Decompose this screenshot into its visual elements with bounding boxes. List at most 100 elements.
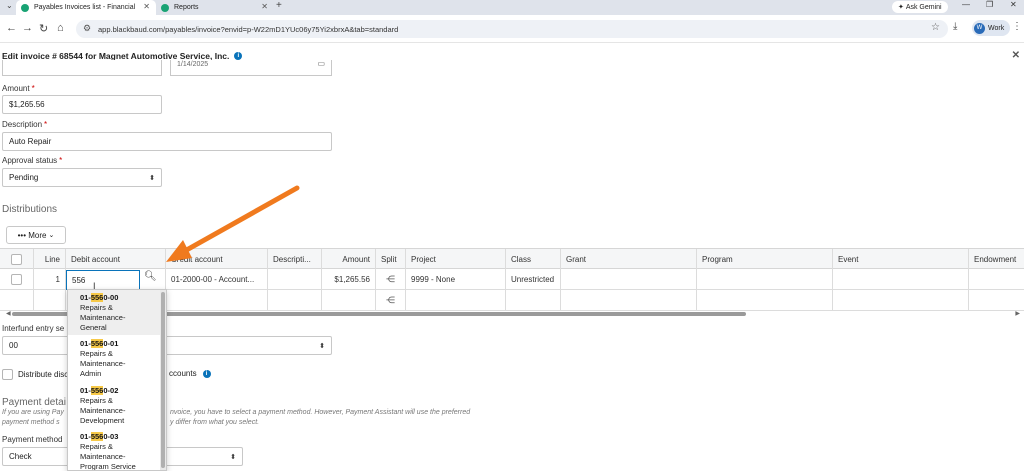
column-header-debit-account[interactable]: Debit account: [66, 249, 166, 269]
new-tab-icon[interactable]: +: [276, 0, 282, 11]
dropdown-scrollbar-thumb[interactable]: [161, 292, 165, 468]
profile-button[interactable]: W Work: [972, 20, 1011, 36]
distribute-discount-tail: ccounts i: [169, 369, 211, 378]
dropdown-option[interactable]: 01-5560-02 Repairs & Maintenance- Develo…: [68, 386, 160, 431]
approval-status-label: Approval status *: [2, 156, 63, 165]
endowment-cell[interactable]: [969, 290, 1024, 310]
calendar-icon[interactable]: ▭: [317, 59, 325, 69]
scroll-right-arrow-icon[interactable]: ▶: [1015, 310, 1020, 317]
row-checkbox-cell: [0, 269, 34, 289]
amount-cell[interactable]: $1,265.56: [322, 269, 376, 289]
distribute-discount-option: Distribute disc: [2, 369, 68, 380]
maximize-icon[interactable]: ❐: [986, 0, 993, 9]
column-header-credit-account[interactable]: Credit account: [166, 249, 268, 269]
amount-input[interactable]: $1,265.56: [2, 95, 162, 114]
close-panel-icon[interactable]: ✕: [1012, 50, 1020, 61]
invoice-date-field-fragment[interactable]: 1/14/2025 ▭: [170, 59, 332, 76]
minimize-icon[interactable]: —: [962, 0, 970, 9]
column-header-grant[interactable]: Grant: [561, 249, 697, 269]
select-all-checkbox-cell: [0, 249, 34, 269]
info-icon[interactable]: i: [234, 52, 243, 60]
class-cell[interactable]: Unrestricted: [506, 269, 561, 289]
project-cell[interactable]: 9999 - None: [406, 269, 506, 289]
dropdown-scrollbar[interactable]: [160, 290, 166, 470]
column-header-class[interactable]: Class: [506, 249, 561, 269]
column-header-description[interactable]: Descripti...: [268, 249, 322, 269]
description-label: Description *: [2, 120, 48, 129]
bookmark-star-icon[interactable]: ☆: [931, 22, 940, 33]
tab-search-chevron-icon[interactable]: ⌄: [6, 1, 13, 10]
description-cell[interactable]: [268, 290, 322, 310]
browser-tab-bar: ⌄ Payables Invoices list - Financial ✕ R…: [0, 0, 1024, 15]
description-cell[interactable]: [268, 269, 322, 289]
row-checkbox[interactable]: [11, 273, 22, 285]
split-icon[interactable]: ⋲: [386, 274, 395, 285]
column-header-event[interactable]: Event: [833, 249, 969, 269]
program-cell[interactable]: [697, 269, 833, 289]
grant-cell[interactable]: [561, 290, 697, 310]
column-header-amount[interactable]: Amount: [322, 249, 376, 269]
back-icon[interactable]: ←: [6, 22, 17, 34]
payment-method-label: Payment method: [2, 435, 63, 444]
amount-label: Amount *: [2, 84, 35, 93]
line-cell: [34, 290, 66, 310]
window-close-icon[interactable]: ✕: [1010, 0, 1017, 9]
close-tab-icon[interactable]: ✕: [261, 2, 268, 11]
select-caret-icon: ⬍: [230, 453, 236, 461]
distribute-discount-checkbox[interactable]: [2, 369, 13, 380]
download-icon[interactable]: ⤓: [953, 21, 957, 32]
payment-note-part: If you are using Pay: [2, 409, 64, 416]
scroll-left-arrow-icon[interactable]: ◀: [6, 310, 11, 317]
dropdown-option[interactable]: 01-5560-03 Repairs & Maintenance- Progra…: [68, 432, 160, 470]
more-button[interactable]: ••• More ⌄: [6, 226, 66, 244]
project-cell[interactable]: [406, 290, 506, 310]
blackbaud-favicon-icon: [161, 4, 169, 12]
split-cell: ⋲: [376, 290, 406, 310]
payment-note-part: payment method s: [2, 419, 60, 426]
interfund-entry-select[interactable]: 00 ⬍: [2, 336, 332, 355]
grid-header: Line Debit account Credit account Descri…: [0, 249, 1024, 269]
dropdown-option[interactable]: 01-5560-01 Repairs & Maintenance- Admin: [68, 339, 160, 384]
event-cell[interactable]: [833, 290, 969, 310]
tab-reports[interactable]: Reports ✕: [156, 0, 274, 15]
event-cell[interactable]: [833, 269, 969, 289]
account-search-dropdown: 01-5560-00 Repairs & Maintenance- Genera…: [67, 289, 167, 471]
dropdown-option[interactable]: 01-5560-00 Repairs & Maintenance- Genera…: [68, 290, 160, 335]
info-icon[interactable]: i: [202, 369, 211, 378]
interfund-entry-label: Interfund entry se: [2, 324, 65, 333]
browser-menu-icon[interactable]: ⋮: [1012, 21, 1022, 32]
line-cell: 1: [34, 269, 66, 289]
url-field[interactable]: ⚙ app.blackbaud.com/payables/invoice?env…: [76, 20, 948, 38]
close-tab-icon[interactable]: ✕: [143, 2, 150, 11]
column-header-endowment[interactable]: Endowment: [969, 249, 1024, 269]
search-icon[interactable]: 🔍︎: [144, 271, 157, 282]
chevron-down-icon: ⌄: [48, 232, 55, 239]
select-caret-icon: ⬍: [319, 342, 325, 350]
tab-payables[interactable]: Payables Invoices list - Financial ✕: [16, 0, 156, 15]
debit-account-input[interactable]: 556: [66, 270, 140, 290]
select-all-checkbox[interactable]: [11, 253, 22, 265]
class-cell[interactable]: [506, 290, 561, 310]
site-info-icon[interactable]: ⚙: [83, 23, 91, 34]
grant-cell[interactable]: [561, 269, 697, 289]
forward-icon[interactable]: →: [22, 22, 33, 34]
column-header-program[interactable]: Program: [697, 249, 833, 269]
column-header-split[interactable]: Split: [376, 249, 406, 269]
select-caret-icon: ⬍: [149, 174, 155, 182]
split-icon[interactable]: ⋲: [386, 295, 395, 306]
credit-account-cell[interactable]: [166, 290, 268, 310]
ask-gemini-button[interactable]: ✦ Ask Gemini: [892, 1, 948, 13]
account-code: 01-5560-01: [80, 339, 119, 348]
column-header-project[interactable]: Project: [406, 249, 506, 269]
home-icon[interactable]: ⌂: [57, 22, 64, 34]
endowment-cell[interactable]: [969, 269, 1024, 289]
column-header-line[interactable]: Line: [34, 249, 66, 269]
program-cell[interactable]: [697, 290, 833, 310]
address-bar: ← → ↻ ⌂ ⚙ app.blackbaud.com/payables/inv…: [0, 15, 1024, 43]
reload-icon[interactable]: ↻: [39, 22, 48, 35]
credit-account-cell[interactable]: 01-2000-00 - Account...: [166, 269, 268, 289]
invoice-number-field-fragment[interactable]: [2, 60, 162, 76]
amount-cell[interactable]: [322, 290, 376, 310]
approval-status-select[interactable]: Pending ⬍: [2, 168, 162, 187]
description-input[interactable]: Auto Repair: [2, 132, 332, 151]
